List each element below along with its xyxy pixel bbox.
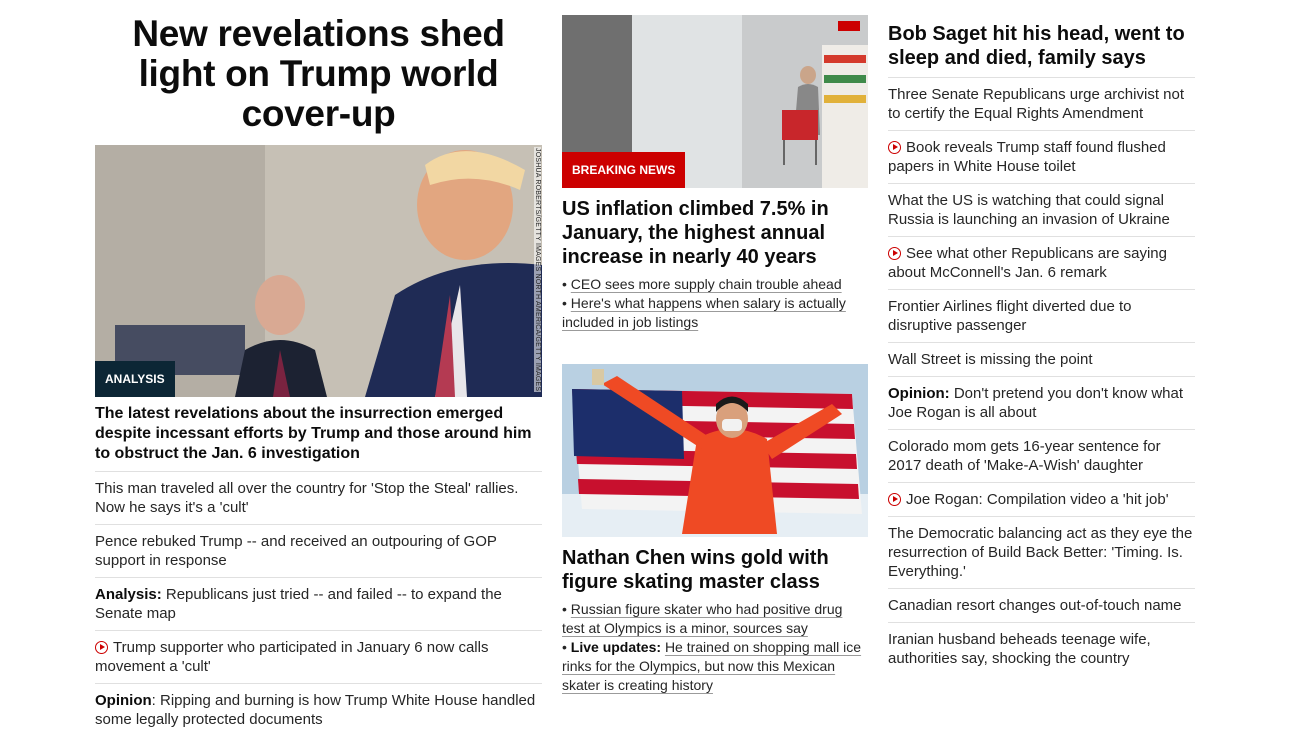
lead-image: JOSHUA ROBERTS/GETTY IMAGES NORTH AMERIC… <box>95 145 542 397</box>
list-item[interactable]: • Here's what happens when salary is act… <box>562 294 868 332</box>
list-item-text: Colorado mom gets 16-year sentence for 2… <box>888 438 1161 474</box>
list-item[interactable]: Frontier Airlines flight diverted due to… <box>888 290 1195 343</box>
olympics-image <box>562 364 868 537</box>
list-item[interactable]: This man traveled all over the country f… <box>95 472 542 525</box>
olympics-bullets: • Russian figure skater who had positive… <box>562 600 868 695</box>
list-item-link[interactable]: Pence rebuked Trump -- and received an o… <box>95 533 497 569</box>
list-item-link[interactable]: Analysis: Republicans just tried -- and … <box>95 586 502 622</box>
list-item-link[interactable]: Three Senate Republicans urge archivist … <box>888 86 1184 122</box>
lead-related-list: This man traveled all over the country f… <box>95 472 542 736</box>
right-headline: Bob Saget hit his head, went to sleep an… <box>888 22 1195 78</box>
list-item-text: See what other Republicans are saying ab… <box>888 245 1167 281</box>
list-item[interactable]: Book reveals Trump staff found flushed p… <box>888 131 1195 184</box>
list-item-link[interactable]: See what other Republicans are saying ab… <box>888 245 1167 281</box>
list-item-link[interactable]: Colorado mom gets 16-year sentence for 2… <box>888 438 1161 474</box>
list-item[interactable]: Iranian husband beheads teenage wife, au… <box>888 623 1195 675</box>
list-item-text: Canadian resort changes out-of-touch nam… <box>888 597 1182 614</box>
lead-subhead: The latest revelations about the insurre… <box>95 404 542 472</box>
bullet-prefix: Live updates: <box>570 639 662 655</box>
list-item-text: Trump supporter who participated in Janu… <box>95 639 489 675</box>
list-item[interactable]: See what other Republicans are saying ab… <box>888 237 1195 290</box>
list-item-link[interactable]: This man traveled all over the country f… <box>95 480 518 516</box>
list-item[interactable]: Trump supporter who participated in Janu… <box>95 631 542 684</box>
inflation-image: BREAKING NEWS <box>562 15 868 188</box>
list-item-text: Book reveals Trump staff found flushed p… <box>888 139 1166 175</box>
list-item[interactable]: Colorado mom gets 16-year sentence for 2… <box>888 430 1195 483</box>
breaking-news-badge: BREAKING NEWS <box>562 152 686 188</box>
play-circle-icon <box>888 247 901 260</box>
list-item-prefix: Opinion <box>95 692 152 709</box>
list-item-text: Pence rebuked Trump -- and received an o… <box>95 533 497 569</box>
right-headline-link[interactable]: Bob Saget hit his head, went to sleep an… <box>888 22 1195 78</box>
olympics-image-link[interactable] <box>562 364 868 537</box>
list-item[interactable]: • Live updates: He trained on shopping m… <box>562 638 868 695</box>
bullet-link[interactable]: Russian figure skater who had positive d… <box>562 601 842 636</box>
list-item[interactable]: What the US is watching that could signa… <box>888 184 1195 237</box>
bullet-link[interactable]: Here's what happens when salary is actua… <box>562 295 846 330</box>
list-item[interactable]: Joe Rogan: Compilation video a 'hit job' <box>888 483 1195 517</box>
list-item[interactable]: Three Senate Republicans urge archivist … <box>888 78 1195 131</box>
list-item-text: The Democratic balancing act as they eye… <box>888 525 1193 580</box>
play-circle-icon <box>95 641 108 654</box>
list-item-link[interactable]: Joe Rogan: Compilation video a 'hit job' <box>888 491 1169 508</box>
list-item-link[interactable]: Canadian resort changes out-of-touch nam… <box>888 597 1182 614</box>
lead-headline: New revelations shed light on Trump worl… <box>132 13 505 134</box>
list-item-text: Joe Rogan: Compilation video a 'hit job' <box>906 491 1169 508</box>
list-item-link[interactable]: Frontier Airlines flight diverted due to… <box>888 298 1131 334</box>
lead-column: New revelations shed light on Trump worl… <box>95 0 542 736</box>
list-item-text: Three Senate Republicans urge archivist … <box>888 86 1185 122</box>
list-item-text: This man traveled all over the country f… <box>95 480 519 516</box>
right-headline-list: Three Senate Republicans urge archivist … <box>888 78 1195 675</box>
list-item-link[interactable]: What the US is watching that could signa… <box>888 192 1170 228</box>
list-item-link[interactable]: Trump supporter who participated in Janu… <box>95 639 488 675</box>
list-item[interactable]: Opinion: Ripping and burning is how Trum… <box>95 684 542 736</box>
right-column: Bob Saget hit his head, went to sleep an… <box>888 0 1195 675</box>
list-item-text: : Ripping and burning is how Trump White… <box>95 692 536 728</box>
list-item-text: Wall Street is missing the point <box>888 351 1093 368</box>
lead-headline-link[interactable]: New revelations shed light on Trump worl… <box>95 14 542 134</box>
list-item-link[interactable]: Book reveals Trump staff found flushed p… <box>888 139 1166 175</box>
photo-credit: JOSHUA ROBERTS/GETTY IMAGES NORTH AMERIC… <box>534 147 541 393</box>
list-item-link[interactable]: Opinion: Ripping and burning is how Trum… <box>95 692 535 728</box>
inflation-image-link[interactable]: BREAKING NEWS <box>562 15 868 188</box>
lead-photo-illustration <box>95 145 542 397</box>
skater-photo-illustration <box>562 364 868 537</box>
list-item-text: What the US is watching that could signa… <box>888 192 1170 228</box>
list-item[interactable]: The Democratic balancing act as they eye… <box>888 517 1195 589</box>
play-circle-icon <box>888 493 901 506</box>
list-item[interactable]: Wall Street is missing the point <box>888 343 1195 377</box>
list-item[interactable]: Opinion: Don't pretend you don't know wh… <box>888 377 1195 430</box>
list-item-prefix: Opinion: <box>888 385 950 402</box>
analysis-badge: ANALYSIS <box>95 361 175 397</box>
list-item-link[interactable]: Wall Street is missing the point <box>888 351 1093 368</box>
olympics-headline-link[interactable]: Nathan Chen wins gold with figure skatin… <box>562 546 868 594</box>
list-item[interactable]: Analysis: Republicans just tried -- and … <box>95 578 542 631</box>
lead-subhead-link[interactable]: The latest revelations about the insurre… <box>95 404 542 472</box>
list-item[interactable]: • CEO sees more supply chain trouble ahe… <box>562 275 868 294</box>
list-item[interactable]: Canadian resort changes out-of-touch nam… <box>888 589 1195 623</box>
inflation-headline-link[interactable]: US inflation climbed 7.5% in January, th… <box>562 197 868 269</box>
list-item[interactable]: • Russian figure skater who had positive… <box>562 600 868 638</box>
list-item-link[interactable]: The Democratic balancing act as they eye… <box>888 525 1192 580</box>
inflation-headline: US inflation climbed 7.5% in January, th… <box>562 198 829 268</box>
list-item-prefix: Analysis: <box>95 586 162 603</box>
list-item-text: Iranian husband beheads teenage wife, au… <box>888 631 1151 667</box>
list-item[interactable]: Pence rebuked Trump -- and received an o… <box>95 525 542 578</box>
bullet-link[interactable]: CEO sees more supply chain trouble ahead <box>571 276 842 292</box>
lead-image-link[interactable]: JOSHUA ROBERTS/GETTY IMAGES NORTH AMERIC… <box>95 145 542 397</box>
list-item-text: Frontier Airlines flight diverted due to… <box>888 298 1132 334</box>
inflation-bullets: • CEO sees more supply chain trouble ahe… <box>562 275 868 332</box>
play-circle-icon <box>888 141 901 154</box>
list-item-link[interactable]: Iranian husband beheads teenage wife, au… <box>888 631 1151 667</box>
olympics-headline: Nathan Chen wins gold with figure skatin… <box>562 547 829 593</box>
middle-column: BREAKING NEWS US inflation climbed 7.5% … <box>562 0 868 695</box>
list-item-link[interactable]: Opinion: Don't pretend you don't know wh… <box>888 385 1183 421</box>
